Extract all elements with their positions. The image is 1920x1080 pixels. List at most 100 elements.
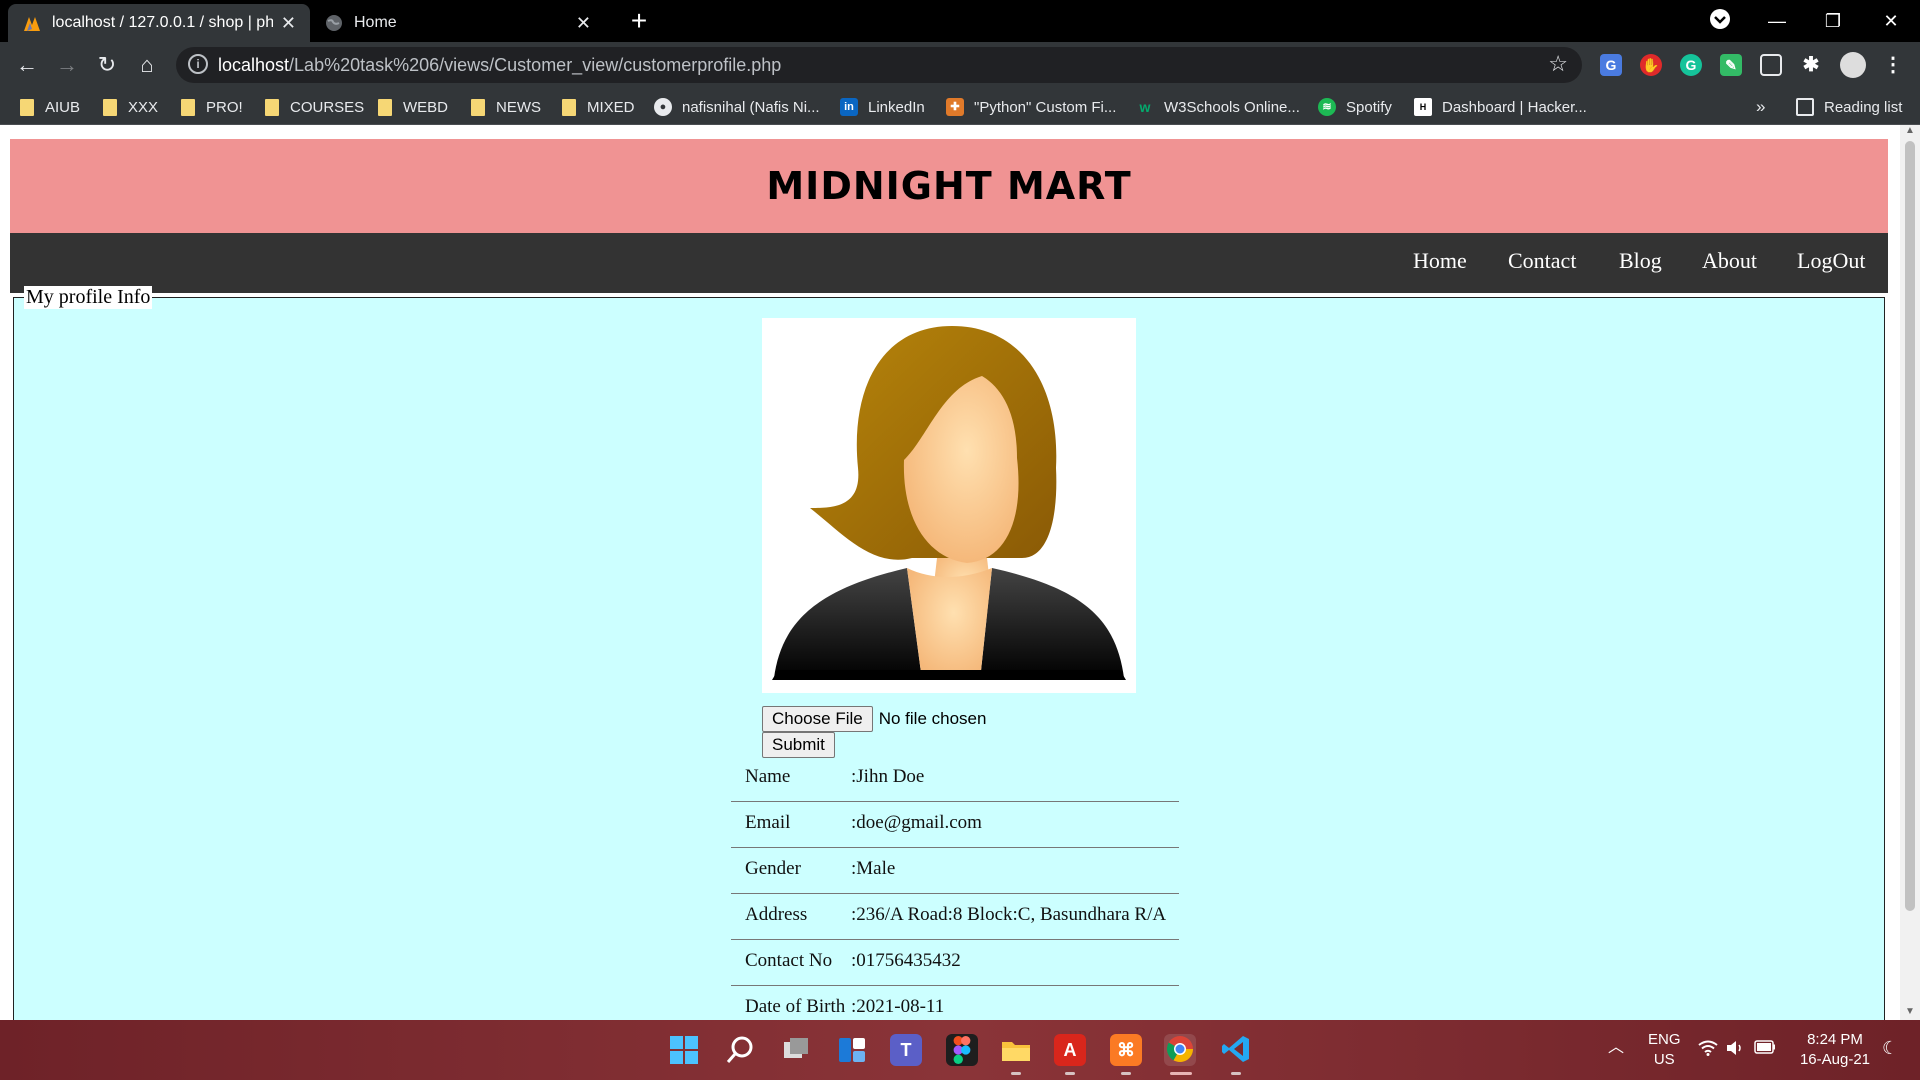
volume-icon[interactable] [1726, 1040, 1744, 1062]
dob-value: :2021-08-11 [851, 996, 945, 1017]
acrobat-icon[interactable]: A [1054, 1034, 1086, 1066]
home-icon[interactable]: ⌂ [132, 50, 162, 80]
nav-logout[interactable]: LogOut [1797, 248, 1865, 274]
bookmark-news[interactable]: NEWS [471, 96, 541, 118]
file-explorer-icon[interactable] [1000, 1034, 1032, 1066]
page-scrollbar[interactable]: ▲ ▼ [1900, 125, 1920, 1020]
folder-icon [471, 98, 485, 116]
choose-file-button[interactable]: Choose File [762, 706, 873, 732]
address-path: /Lab%20task%206/views/Customer_view/cust… [289, 55, 782, 75]
focus-assist-icon[interactable]: ☾ [1882, 1038, 1898, 1058]
scroll-thumb[interactable] [1905, 141, 1915, 911]
nav-home[interactable]: Home [1413, 248, 1467, 274]
nav-about[interactable]: About [1702, 248, 1757, 274]
address-bar[interactable]: i localhost/Lab%20task%206/views/Custome… [176, 47, 1582, 83]
minimize-button[interactable]: — [1752, 4, 1802, 38]
forward-arrow-icon[interactable]: → [52, 50, 82, 80]
tab-strip: localhost / 127.0.0.1 / shop | php ✕ Hom… [0, 0, 1920, 42]
bookmarks-bar: AIUB XXX PRO! COURSES WEBD NEWS MIXED ● n… [0, 88, 1920, 125]
bookmark-hackerrank[interactable]: H Dashboard | Hacker... [1414, 96, 1587, 118]
close-icon[interactable]: ✕ [576, 13, 591, 34]
translate-extension-icon[interactable]: G [1600, 54, 1622, 76]
bookmark-github[interactable]: ● nafisnihal (Nafis Ni... [654, 96, 820, 118]
tab-home[interactable]: Home ✕ [310, 4, 605, 42]
gender-value: :Male [851, 858, 896, 879]
bookmark-label: XXX [128, 98, 159, 116]
site-info-icon[interactable]: i [188, 54, 208, 74]
chrome-icon[interactable] [1164, 1034, 1196, 1066]
table-row: Address :236/A Road:8 Block:C, Basundhar… [731, 894, 1179, 940]
nav-contact[interactable]: Contact [1508, 248, 1576, 274]
tab-manager-extension-icon[interactable] [1760, 54, 1782, 76]
kebab-menu-icon[interactable]: ⋮ [1882, 54, 1904, 76]
scroll-down-icon[interactable]: ▼ [1900, 1006, 1920, 1020]
address-host: localhost [218, 55, 290, 75]
bookmark-linkedin[interactable]: in LinkedIn [840, 96, 925, 118]
reload-icon[interactable]: ↻ [92, 50, 122, 80]
bookmark-label: Dashboard | Hacker... [1442, 98, 1587, 116]
restore-button[interactable]: ❐ [1808, 4, 1858, 38]
clock[interactable]: 8:24 PM 16-Aug-21 [1796, 1030, 1874, 1070]
grammarly-extension-icon[interactable]: G [1680, 54, 1702, 76]
xampp-icon[interactable]: ⌘ [1110, 1034, 1142, 1066]
color-picker-extension-icon[interactable]: ✎ [1720, 54, 1742, 76]
new-tab-button[interactable]: + [624, 6, 654, 36]
phpmyadmin-icon [22, 13, 42, 33]
windows-start-icon[interactable] [668, 1034, 700, 1066]
bookmark-label: WEBD [403, 98, 448, 116]
bookmarks-overflow-button[interactable]: » [1756, 96, 1765, 118]
language-indicator[interactable]: ENG US [1648, 1030, 1681, 1070]
figma-icon[interactable] [946, 1034, 978, 1066]
language-code: ENG [1648, 1031, 1681, 1048]
address-url[interactable]: localhost/Lab%20task%206/views/Customer_… [218, 55, 781, 76]
bookmark-courses[interactable]: COURSES [265, 96, 364, 118]
widgets-icon[interactable] [836, 1034, 868, 1066]
search-icon[interactable] [724, 1034, 756, 1066]
tab-phpmyadmin[interactable]: localhost / 127.0.0.1 / shop | php ✕ [8, 4, 310, 42]
address-value: :236/A Road:8 Block:C, Basundhara R/A [851, 904, 1167, 925]
scroll-up-icon[interactable]: ▲ [1900, 125, 1920, 139]
submit-button[interactable]: Submit [762, 732, 835, 758]
extensions-puzzle-icon[interactable]: ✱ [1800, 54, 1822, 76]
tray-overflow-icon[interactable]: ︿ [1608, 1038, 1624, 1058]
site-header: MIDNIGHT MART [10, 139, 1888, 233]
bookmark-webd[interactable]: WEBD [378, 96, 448, 118]
teams-icon[interactable]: T [890, 1034, 922, 1066]
profile-legend: My profile Info [24, 286, 153, 309]
file-upload-row: Choose File No file chosen [762, 706, 986, 732]
bookmark-xxx[interactable]: XXX [103, 96, 158, 118]
bookmark-spotify[interactable]: ≋ Spotify [1318, 96, 1392, 118]
table-row: Gender :Male [731, 848, 1179, 894]
nav-blog[interactable]: Blog [1619, 248, 1662, 274]
running-indicator [1121, 1072, 1131, 1075]
running-indicator [1011, 1072, 1021, 1075]
profile-avatar-icon[interactable] [1840, 52, 1866, 78]
bookmark-python[interactable]: ✚ "Python" Custom Fi... [946, 96, 1116, 118]
reading-list-button[interactable]: Reading list [1796, 96, 1902, 118]
submit-row: Submit [762, 732, 835, 758]
python-icon: ✚ [946, 98, 964, 116]
window-close-button[interactable]: ✕ [1866, 4, 1916, 38]
bookmark-star-icon[interactable]: ☆ [1548, 51, 1568, 77]
tab-search-icon[interactable] [1706, 8, 1734, 36]
bookmark-label: AIUB [45, 98, 81, 116]
folder-icon [181, 98, 195, 116]
name-value: :Jihn Doe [851, 766, 925, 787]
bookmark-label: LinkedIn [868, 98, 925, 116]
reading-list-label: Reading list [1824, 98, 1903, 116]
adblock-extension-icon[interactable]: ✋ [1640, 54, 1662, 76]
back-arrow-icon[interactable]: ← [12, 50, 42, 80]
close-icon[interactable]: ✕ [281, 13, 296, 34]
globe-icon [324, 13, 344, 33]
bookmark-pro[interactable]: PRO! [181, 96, 243, 118]
bookmark-mixed[interactable]: MIXED [562, 96, 635, 118]
vscode-icon[interactable] [1220, 1034, 1252, 1066]
bookmark-aiub[interactable]: AIUB [20, 96, 80, 118]
wifi-icon[interactable] [1698, 1040, 1718, 1062]
battery-icon[interactable] [1754, 1040, 1776, 1060]
task-view-icon[interactable] [780, 1034, 812, 1066]
bookmark-label: MIXED [587, 98, 635, 116]
dob-label: Date of Birth [745, 996, 846, 1017]
linkedin-icon: in [840, 98, 858, 116]
bookmark-w3schools[interactable]: w W3Schools Online... [1136, 96, 1300, 118]
